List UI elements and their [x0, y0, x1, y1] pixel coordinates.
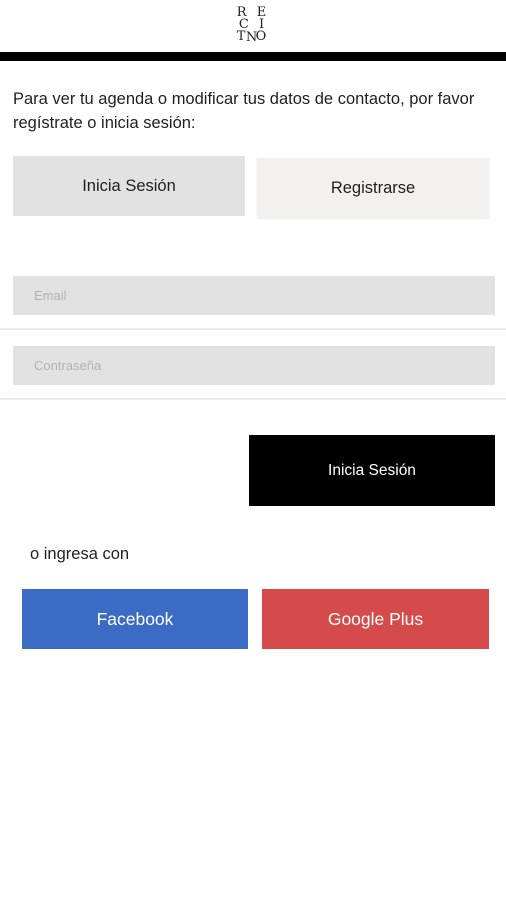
recinto-logo: R E C I N T O [233, 6, 273, 48]
password-divider [0, 398, 506, 400]
tab-register[interactable]: Registrarse [257, 158, 489, 218]
email-input[interactable] [13, 276, 495, 315]
tab-login[interactable]: Inicia Sesión [13, 156, 245, 216]
email-divider [0, 328, 506, 330]
social-login-label: o ingresa con [30, 545, 130, 563]
google-plus-login-button[interactable]: Google Plus [262, 589, 489, 649]
logo-row-3: T O [236, 29, 270, 44]
password-input[interactable] [13, 346, 495, 385]
header-divider-bar [0, 52, 506, 61]
intro-text: Para ver tu agenda o modificar tus datos… [13, 90, 475, 132]
app-header: R E C I N T O [0, 0, 506, 61]
facebook-login-button[interactable]: Facebook [22, 589, 248, 649]
login-submit-button[interactable]: Inicia Sesión [249, 435, 495, 506]
